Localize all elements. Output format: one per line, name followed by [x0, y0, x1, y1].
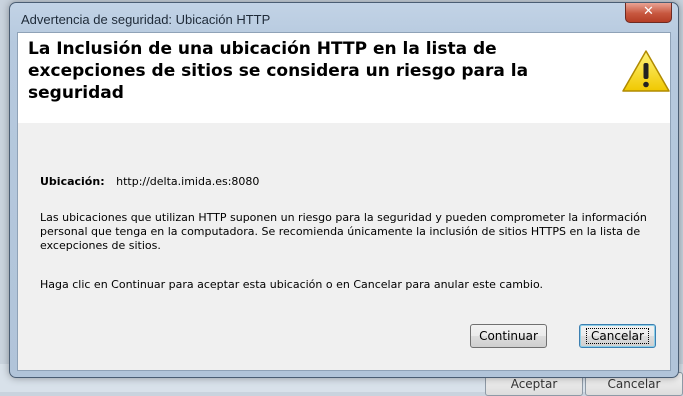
- close-button[interactable]: ✕: [625, 3, 672, 23]
- location-value: http://delta.imida.es:8080: [116, 175, 260, 188]
- dialog-header: La Inclusión de una ubicación HTTP en la…: [18, 33, 670, 123]
- header-title: La Inclusión de una ubicación HTTP en la…: [28, 39, 529, 103]
- risk-description: Las ubicaciones que utilizan HTTP supone…: [40, 211, 647, 252]
- cancel-button[interactable]: Cancelar: [579, 324, 656, 348]
- continue-button[interactable]: Continuar: [470, 324, 547, 348]
- instruction-text: Haga clic en Continuar para aceptar esta…: [40, 278, 543, 291]
- dialog-content: La Inclusión de una ubicación HTTP en la…: [17, 32, 671, 371]
- cancel-button-label: Cancelar: [586, 328, 649, 344]
- security-warning-dialog: Advertencia de seguridad: Ubicación HTTP…: [9, 2, 679, 378]
- location-label: Ubicación:: [40, 175, 105, 188]
- warning-triangle-icon: [622, 50, 670, 92]
- dialog-title: Advertencia de seguridad: Ubicación HTTP: [21, 12, 271, 27]
- close-icon: ✕: [643, 4, 654, 19]
- location-row: Ubicación: http://delta.imida.es:8080: [40, 175, 259, 188]
